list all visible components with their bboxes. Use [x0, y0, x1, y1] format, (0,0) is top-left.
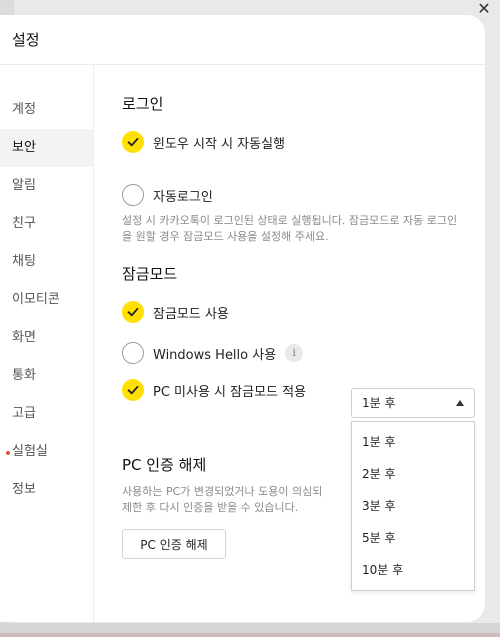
lock-delay-selected-value: 1분 후: [362, 396, 396, 410]
sidebar-item-label: 실험실: [12, 444, 48, 459]
login-section-title: 로그인: [122, 95, 164, 113]
check-on-icon: [122, 131, 144, 153]
login-description: 설정 시 카카오톡이 로그인된 상태로 실행됩니다. 잠금모드로 자동 로그인을…: [122, 214, 458, 243]
security-settings-panel: 로그인 윈도우 시작 시 자동실행 자동로그인 설정 시 카카오톡이 로그인된 …: [94, 65, 485, 622]
sidebar-item-chat[interactable]: 채팅: [0, 243, 93, 281]
settings-dialog: 설정 계정 보안 알림 친구 채팅 이모티콘 화면 통화 고급 실험실 정보 로…: [0, 15, 485, 622]
new-badge-dot: [6, 451, 10, 455]
auto-login-checkbox[interactable]: 자동로그인: [122, 183, 213, 207]
info-icon[interactable]: i: [285, 344, 304, 362]
check-off-icon: [122, 184, 144, 206]
auto-start-label: 윈도우 시작 시 자동실행: [153, 136, 285, 152]
sidebar-item-emoticons[interactable]: 이모티콘: [0, 281, 93, 319]
sidebar-item-advanced[interactable]: 고급: [0, 395, 93, 433]
dropdown-option[interactable]: 5분 후: [352, 522, 474, 554]
windows-hello-checkbox[interactable]: Windows Hello 사용 i: [122, 341, 304, 365]
lock-mode-section-title: 잠금모드: [122, 265, 178, 283]
chevron-up-icon: [456, 400, 464, 406]
sidebar-item-info[interactable]: 정보: [0, 471, 93, 509]
dropdown-option[interactable]: 3분 후: [352, 490, 474, 522]
sidebar-item-security[interactable]: 보안: [0, 129, 93, 167]
check-on-icon: [122, 379, 144, 401]
check-on-icon: [122, 301, 144, 323]
sidebar-item-lab[interactable]: 실험실: [0, 433, 93, 471]
sidebar-item-calls[interactable]: 통화: [0, 357, 93, 395]
lock-mode-checkbox[interactable]: 잠금모드 사용: [122, 300, 229, 324]
pc-auth-section-title: PC 인증 해제: [122, 456, 207, 474]
auto-start-checkbox[interactable]: 윈도우 시작 시 자동실행: [122, 130, 285, 154]
windows-hello-label: Windows Hello 사용: [153, 347, 277, 363]
pc-idle-lock-checkbox[interactable]: PC 미사용 시 잠금모드 적용: [122, 378, 306, 402]
check-off-icon: [122, 342, 144, 364]
lock-delay-select[interactable]: 1분 후: [351, 388, 475, 418]
sidebar-item-account[interactable]: 계정: [0, 91, 93, 129]
dropdown-option[interactable]: 1분 후: [352, 426, 474, 458]
taskbar-strip: [0, 633, 500, 637]
pc-idle-lock-label: PC 미사용 시 잠금모드 적용: [153, 384, 307, 400]
lock-mode-label: 잠금모드 사용: [153, 306, 229, 322]
auto-login-label: 자동로그인: [153, 189, 213, 205]
lock-delay-dropdown: 1분 후 2분 후 3분 후 5분 후 10분 후: [351, 421, 475, 591]
sidebar-item-display[interactable]: 화면: [0, 319, 93, 357]
dialog-title: 설정: [12, 31, 40, 49]
dropdown-option[interactable]: 2분 후: [352, 458, 474, 490]
close-icon[interactable]: ✕: [476, 1, 492, 17]
sidebar-item-notifications[interactable]: 알림: [0, 167, 93, 205]
pc-auth-release-button[interactable]: PC 인증 해제: [122, 529, 226, 559]
dropdown-option[interactable]: 10분 후: [352, 554, 474, 586]
settings-sidebar: 계정 보안 알림 친구 채팅 이모티콘 화면 통화 고급 실험실 정보: [0, 65, 94, 622]
sidebar-item-friends[interactable]: 친구: [0, 205, 93, 243]
